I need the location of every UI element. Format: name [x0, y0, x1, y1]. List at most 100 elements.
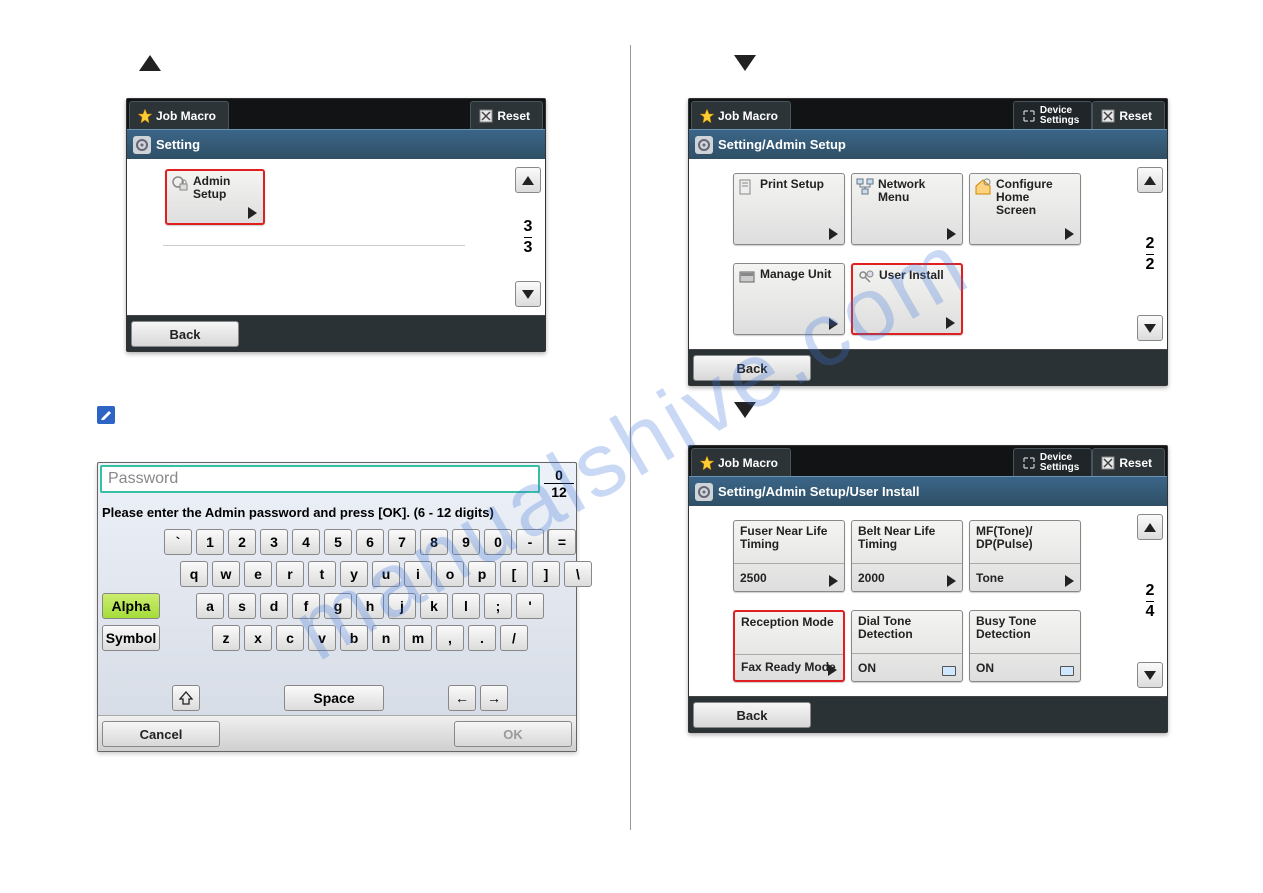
- key-w[interactable]: w: [212, 561, 240, 587]
- key-8[interactable]: 8: [420, 529, 448, 555]
- key-t[interactable]: t: [308, 561, 336, 587]
- reset-label: Reset: [497, 109, 530, 123]
- page-up-button[interactable]: [1137, 167, 1163, 193]
- symbol-key[interactable]: Symbol: [102, 625, 160, 651]
- key-q[interactable]: q: [180, 561, 208, 587]
- key-.[interactable]: .: [468, 625, 496, 651]
- key-3[interactable]: 3: [260, 529, 288, 555]
- topbar: Job Macro Reset: [127, 99, 545, 129]
- key-d[interactable]: d: [260, 593, 288, 619]
- admin-setup-tile[interactable]: Admin Setup: [165, 169, 265, 225]
- key-2[interactable]: 2: [228, 529, 256, 555]
- manage-unit-tile[interactable]: Manage Unit: [733, 263, 845, 335]
- key-a[interactable]: a: [196, 593, 224, 619]
- arrow-right-key[interactable]: →: [480, 685, 508, 711]
- back-button[interactable]: Back: [131, 321, 239, 347]
- reset-tab[interactable]: Reset: [1092, 448, 1165, 476]
- gear-lock-icon: [171, 175, 189, 193]
- key-h[interactable]: h: [356, 593, 384, 619]
- gear-icon: [695, 483, 713, 501]
- job-macro-tab[interactable]: Job Macro: [691, 448, 791, 476]
- separator-line: [163, 245, 465, 246]
- key-0[interactable]: 0: [484, 529, 512, 555]
- device-settings-tab[interactable]: Device Settings: [1013, 101, 1092, 129]
- job-macro-tab[interactable]: Job Macro: [129, 101, 229, 129]
- key-x[interactable]: x: [244, 625, 272, 651]
- crop-icon: [1022, 109, 1036, 123]
- tile-label: Reception Mode: [741, 616, 839, 629]
- tile-label: Network Menu: [878, 178, 958, 204]
- key-k[interactable]: k: [420, 593, 448, 619]
- panel-body: Print Setup Network Menu Configure Home Sc…: [689, 159, 1167, 349]
- key-z[interactable]: z: [212, 625, 240, 651]
- crop-icon: [1022, 456, 1036, 470]
- ok-button[interactable]: OK: [454, 721, 572, 747]
- key-i[interactable]: i: [404, 561, 432, 587]
- key-;[interactable]: ;: [484, 593, 512, 619]
- key-y[interactable]: y: [340, 561, 368, 587]
- job-macro-tab[interactable]: Job Macro: [691, 101, 791, 129]
- key-u[interactable]: u: [372, 561, 400, 587]
- panel-admin-setup: Job Macro Device Settings Reset Setting/…: [688, 98, 1168, 386]
- key-`[interactable]: `: [164, 529, 192, 555]
- fuser-tile[interactable]: Fuser Near Life Timing2500: [733, 520, 845, 592]
- key-\[interactable]: \: [564, 561, 592, 587]
- key-/[interactable]: /: [500, 625, 528, 651]
- key-r[interactable]: r: [276, 561, 304, 587]
- key-c[interactable]: c: [276, 625, 304, 651]
- mftone-tile[interactable]: MF(Tone)/ DP(Pulse)Tone: [969, 520, 1081, 592]
- key-9[interactable]: 9: [452, 529, 480, 555]
- page-down-button[interactable]: [1137, 662, 1163, 688]
- user-install-tile[interactable]: User Install: [851, 263, 963, 335]
- tile-label: Busy Tone Detection: [976, 615, 1076, 641]
- key-e[interactable]: e: [244, 561, 272, 587]
- page-up-button[interactable]: [515, 167, 541, 193]
- key-1[interactable]: 1: [196, 529, 224, 555]
- arrow-left-key[interactable]: ←: [448, 685, 476, 711]
- configure-home-tile[interactable]: Configure Home Screen: [969, 173, 1081, 245]
- key-4[interactable]: 4: [292, 529, 320, 555]
- key-][interactable]: ]: [532, 561, 560, 587]
- key-l[interactable]: l: [452, 593, 480, 619]
- chevron-right-icon: [946, 317, 955, 329]
- tile-value: 2000: [858, 571, 885, 585]
- key--[interactable]: -: [516, 529, 544, 555]
- key-p[interactable]: p: [468, 561, 496, 587]
- key-g[interactable]: g: [324, 593, 352, 619]
- busytone-tile[interactable]: Busy Tone DetectionON: [969, 610, 1081, 682]
- key-j[interactable]: j: [388, 593, 416, 619]
- key-,[interactable]: ,: [436, 625, 464, 651]
- page-up-button[interactable]: [1137, 514, 1163, 540]
- reception-tile[interactable]: Reception ModeFax Ready Mode: [733, 610, 845, 682]
- reset-tab[interactable]: Reset: [1092, 101, 1165, 129]
- key-n[interactable]: n: [372, 625, 400, 651]
- page-down-button[interactable]: [515, 281, 541, 307]
- key-b[interactable]: b: [340, 625, 368, 651]
- shift-key[interactable]: [172, 685, 200, 711]
- back-button[interactable]: Back: [693, 355, 811, 381]
- key-7[interactable]: 7: [388, 529, 416, 555]
- key-'[interactable]: ': [516, 593, 544, 619]
- key-[[interactable]: [: [500, 561, 528, 587]
- key-f[interactable]: f: [292, 593, 320, 619]
- password-input[interactable]: Password: [100, 465, 540, 493]
- key-m[interactable]: m: [404, 625, 432, 651]
- alpha-key[interactable]: Alpha: [102, 593, 160, 619]
- key-v[interactable]: v: [308, 625, 336, 651]
- back-button[interactable]: Back: [693, 702, 811, 728]
- dialtone-tile[interactable]: Dial Tone DetectionON: [851, 610, 963, 682]
- key-=[interactable]: =: [548, 529, 576, 555]
- key-s[interactable]: s: [228, 593, 256, 619]
- key-6[interactable]: 6: [356, 529, 384, 555]
- key-5[interactable]: 5: [324, 529, 352, 555]
- reset-tab[interactable]: Reset: [470, 101, 543, 129]
- cancel-button[interactable]: Cancel: [102, 721, 220, 747]
- network-menu-tile[interactable]: Network Menu: [851, 173, 963, 245]
- print-setup-tile[interactable]: Print Setup: [733, 173, 845, 245]
- device-settings-tab[interactable]: Device Settings: [1013, 448, 1092, 476]
- key-o[interactable]: o: [436, 561, 464, 587]
- space-key[interactable]: Space: [284, 685, 384, 711]
- page-down-button[interactable]: [1137, 315, 1163, 341]
- belt-tile[interactable]: Belt Near Life Timing2000: [851, 520, 963, 592]
- gear-icon: [133, 136, 151, 154]
